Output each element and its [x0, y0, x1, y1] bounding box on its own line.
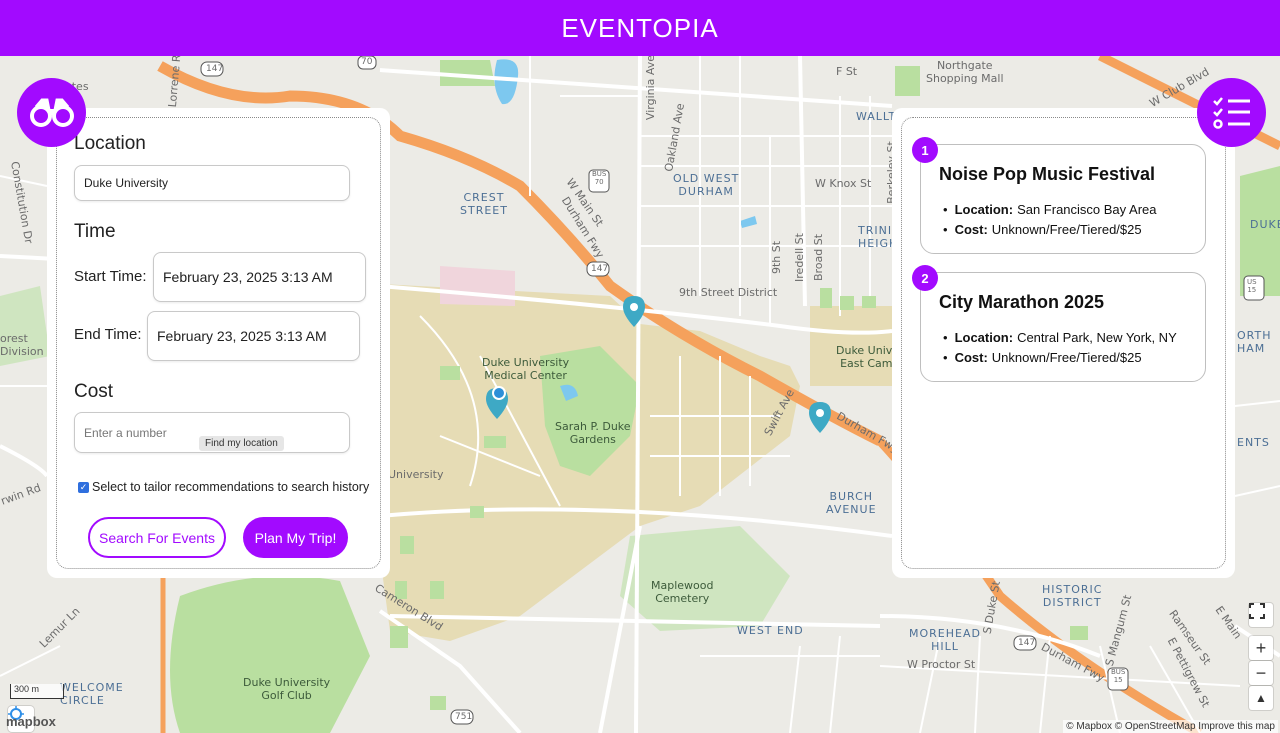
map-label-duke-medical: Duke University Medical Center [482, 356, 570, 382]
cost-input[interactable]: Enter a number [74, 412, 350, 453]
route-70: 70 [361, 57, 373, 67]
map-label-road: Virginia Ave [644, 56, 658, 121]
search-events-button[interactable]: Search For Events [88, 517, 226, 558]
map-attribution[interactable]: © Mapbox © OpenStreetMap Improve this ma… [1063, 720, 1278, 733]
results-panel-toggle-button[interactable] [1197, 78, 1266, 147]
event-details: Location:Central Park, New York, NY Cost… [943, 330, 1177, 370]
plan-trip-button[interactable]: Plan My Trip! [243, 517, 348, 558]
map-label-road: 9th St [770, 240, 784, 275]
event-cost: Cost:Unknown/Free/Tiered/$25 [943, 350, 1177, 365]
map-label-road: Broad St [812, 233, 826, 282]
compass-icon: ▲ [1255, 691, 1267, 705]
map-label-welcome-circle: WELCOME CIRCLE [60, 681, 124, 707]
plus-icon: + [1255, 637, 1267, 658]
map-label-northgate: Northgate Shopping Mall [926, 59, 1004, 85]
event-cost: Cost:Unknown/Free/Tiered/$25 [943, 222, 1157, 237]
route-147: 147 [591, 264, 609, 274]
event-details: Location:San Francisco Bay Area Cost:Unk… [943, 202, 1157, 242]
fullscreen-button[interactable] [1249, 603, 1273, 627]
map-label-west-end: WEST END [737, 624, 804, 637]
zoom-in-button[interactable]: + [1249, 636, 1273, 660]
map-label-crest-street: CREST STREET [460, 191, 508, 217]
event-number-badge: 1 [912, 137, 938, 163]
route-bus-15: BUS 15 [1111, 668, 1126, 684]
event-title: Noise Pop Music Festival [939, 164, 1156, 184]
route-751: 751 [455, 712, 473, 722]
route-bus-70: BUS 70 [592, 170, 607, 186]
map-label-old-west-durham: OLD WEST DURHAM [673, 172, 740, 198]
app-header: EVENTOPIA [0, 0, 1280, 56]
search-panel-toggle-button[interactable] [17, 78, 86, 147]
map-label-road: Iredell St [792, 233, 806, 282]
end-time-input[interactable]: February 23, 2025 3:13 AM [147, 311, 360, 361]
map-label-ents: ENTS [1237, 436, 1270, 449]
map-label-morehead-hill: MOREHEAD HILL [909, 627, 981, 653]
map-label-sarah-duke: Sarah P. Duke Gardens [555, 420, 631, 446]
event-location: Location:San Francisco Bay Area [943, 202, 1157, 217]
map-label-road: F St [836, 65, 858, 78]
map-label-road: W Knox St [815, 177, 872, 190]
event-location: Location:Central Park, New York, NY [943, 330, 1177, 345]
history-checkbox-label: Select to tailor recommendations to sear… [92, 480, 370, 494]
map-label-historic-district: HISTORIC DISTRICT [1042, 583, 1103, 609]
checklist-icon [1212, 96, 1250, 129]
compass-button[interactable]: ▲ [1249, 686, 1273, 710]
map-label-walltown: WALLT [856, 110, 897, 123]
app-title: EVENTOPIA [561, 12, 719, 43]
event-card[interactable]: City Marathon 2025 Location:Central Park… [920, 272, 1206, 382]
history-checkbox-row[interactable]: ✓ Select to tailor recommendations to se… [78, 480, 369, 494]
zoom-out-button[interactable]: − [1249, 661, 1273, 685]
map-label-maplewood: Maplewood Cemetery [651, 579, 714, 605]
route-147: 147 [206, 64, 224, 74]
binoculars-icon [29, 98, 74, 127]
event-number-badge: 2 [912, 265, 938, 291]
event-card[interactable]: Noise Pop Music Festival Location:San Fr… [920, 144, 1206, 254]
map-label-burch-avenue: BURCH AVENUE [826, 490, 877, 516]
event-title: City Marathon 2025 [939, 292, 1105, 312]
location-input[interactable]: Duke University [74, 165, 350, 201]
map-label-forest-division: orest Division [0, 332, 44, 358]
map-label-north-durham: ORTH HAM [1237, 329, 1272, 355]
map-label-ninth-street-district: 9th Street District [679, 286, 778, 299]
map-label-university: University [388, 468, 444, 481]
map-label-duke-golf: Duke University Golf Club [243, 676, 331, 702]
map-label-duke-right: DUKE [1250, 218, 1280, 231]
mapbox-logo: mapbox [6, 714, 56, 729]
map-label-road: W Proctor St [907, 658, 976, 671]
start-time-input[interactable]: February 23, 2025 3:13 AM [153, 252, 366, 302]
route-us-15: US 15 [1247, 278, 1257, 294]
minus-icon: − [1255, 662, 1267, 683]
history-checkbox[interactable]: ✓ [78, 481, 89, 493]
map-scale: 300 m [10, 684, 64, 699]
expand-icon [1249, 603, 1265, 619]
route-147: 147 [1018, 638, 1036, 648]
